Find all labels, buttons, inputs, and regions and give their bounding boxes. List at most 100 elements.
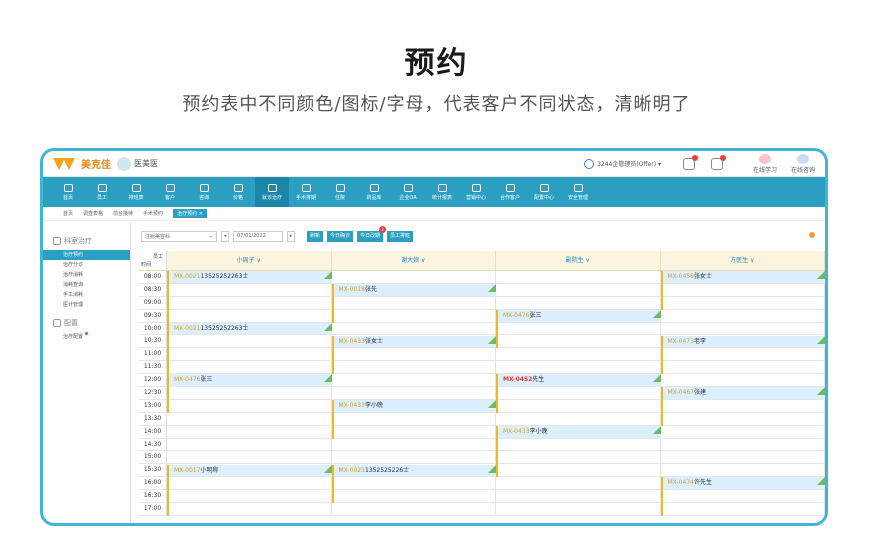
- time-slot[interactable]: [496, 348, 661, 362]
- prev-date-button[interactable]: ◂: [221, 230, 229, 242]
- sidebar-item[interactable]: 治疗消耗: [43, 270, 130, 280]
- appointment-block[interactable]: MX-0474许先生: [660, 477, 825, 490]
- online-learning-link[interactable]: 在线学习: [753, 153, 777, 174]
- appointment-block[interactable]: MX-00211352525226士: [331, 464, 496, 477]
- staff-column-header[interactable]: 方医生 ∨: [661, 251, 825, 270]
- appointment-block[interactable]: MX-002113525252263士: [167, 271, 332, 283]
- time-slot[interactable]: [660, 451, 825, 465]
- nav-item[interactable]: 价格: [221, 177, 255, 207]
- appointment-block[interactable]: MX-0017小明称: [167, 464, 332, 477]
- sidebar-item[interactable]: 医计管理: [43, 300, 130, 310]
- time-slot[interactable]: [167, 387, 332, 400]
- breadcrumb-tab[interactable]: 调查表格: [83, 210, 103, 217]
- appointment-block[interactable]: MX-0433李小晚: [331, 400, 496, 412]
- time-slot[interactable]: [660, 322, 825, 336]
- nav-item[interactable]: 营销中心: [459, 177, 493, 207]
- time-slot[interactable]: [660, 309, 825, 323]
- time-slot[interactable]: [496, 335, 661, 349]
- nav-item[interactable]: 就诊治疗: [255, 177, 289, 207]
- time-slot[interactable]: [331, 271, 496, 284]
- staff-schedule-button[interactable]: 员工排班: [387, 230, 414, 242]
- time-slot[interactable]: [167, 335, 332, 349]
- time-slot[interactable]: [167, 296, 332, 310]
- time-slot[interactable]: [660, 412, 825, 426]
- appointment-block[interactable]: MX-0476张三: [167, 374, 332, 387]
- time-slot[interactable]: [496, 322, 661, 336]
- message-icon[interactable]: [710, 154, 726, 170]
- staff-column-header[interactable]: 副院生 ∨: [496, 251, 661, 270]
- time-slot[interactable]: [496, 503, 661, 516]
- today-rescheduled-button[interactable]: 今日改期 2: [357, 225, 387, 242]
- time-slot[interactable]: [331, 387, 496, 400]
- date-input[interactable]: 07/01/2022: [233, 230, 283, 242]
- time-slot[interactable]: [167, 348, 332, 362]
- staff-column-header[interactable]: 小周子 ∨: [167, 251, 332, 270]
- time-slot[interactable]: [331, 412, 496, 426]
- sidebar-item[interactable]: 消耗查询: [43, 280, 130, 290]
- settings-dot-icon[interactable]: [809, 232, 815, 238]
- time-slot[interactable]: [660, 503, 825, 516]
- time-slot[interactable]: [660, 296, 825, 310]
- time-slot[interactable]: [496, 464, 661, 478]
- time-slot[interactable]: [496, 490, 661, 504]
- nav-item[interactable]: 手术排期: [289, 177, 323, 207]
- next-date-button[interactable]: ▸: [287, 230, 295, 242]
- nav-item[interactable]: 排班表: [119, 177, 153, 207]
- sidebar-item[interactable]: 治疗预约: [43, 250, 130, 260]
- time-slot[interactable]: [496, 283, 661, 297]
- department-select[interactable]: 注射美容科 ⌄: [141, 230, 217, 242]
- time-slot[interactable]: [167, 490, 332, 504]
- app-logo[interactable]: 美克佳: [53, 156, 111, 171]
- nav-item[interactable]: 首页: [51, 177, 85, 207]
- sidebar-group-treatment[interactable]: 科室治疗: [43, 236, 130, 246]
- time-slot[interactable]: [167, 361, 332, 375]
- time-slot[interactable]: [660, 399, 825, 413]
- time-slot[interactable]: [167, 477, 332, 491]
- breadcrumb-tab[interactable]: 治疗预约 ×: [173, 209, 207, 218]
- time-slot[interactable]: [496, 399, 661, 413]
- time-slot[interactable]: [331, 477, 496, 491]
- time-slot[interactable]: [496, 412, 661, 426]
- staff-column-header[interactable]: 谢大娘 ∨: [332, 251, 496, 270]
- nav-item[interactable]: 住院: [323, 177, 357, 207]
- sidebar-group-config[interactable]: 配置: [43, 318, 130, 328]
- user-menu[interactable]: 3244企管理员(Offer) ▾: [584, 158, 661, 169]
- nav-item[interactable]: 安全管理: [561, 177, 595, 207]
- time-slot[interactable]: [167, 438, 332, 452]
- time-slot[interactable]: [331, 322, 496, 336]
- time-slot[interactable]: [660, 374, 825, 388]
- online-consult-link[interactable]: 在线咨询: [791, 153, 815, 174]
- time-slot[interactable]: [496, 271, 661, 284]
- time-slot[interactable]: [331, 503, 496, 516]
- appointment-block[interactable]: MX-0476张三: [496, 309, 661, 322]
- appointment-block[interactable]: MX-002113525252263士: [167, 322, 332, 335]
- nav-item[interactable]: 合作客户: [493, 177, 527, 207]
- time-slot[interactable]: [331, 451, 496, 465]
- time-slot[interactable]: [660, 283, 825, 297]
- sidebar-item[interactable]: 手工消耗: [43, 290, 130, 300]
- time-slot[interactable]: [167, 283, 332, 297]
- time-slot[interactable]: [331, 361, 496, 375]
- breadcrumb-tab[interactable]: 前台接待: [113, 210, 133, 217]
- nav-item[interactable]: 统计报表: [425, 177, 459, 207]
- nav-item[interactable]: 药品库: [357, 177, 391, 207]
- nav-item[interactable]: 咨询: [187, 177, 221, 207]
- today-confirmed-button[interactable]: 今日确诊: [327, 230, 354, 242]
- time-slot[interactable]: [167, 412, 332, 426]
- time-slot[interactable]: [331, 425, 496, 439]
- time-slot[interactable]: [167, 503, 332, 516]
- time-slot[interactable]: [496, 438, 661, 452]
- time-slot[interactable]: [331, 438, 496, 452]
- time-slot[interactable]: [496, 361, 661, 375]
- breadcrumb-tab[interactable]: 首页: [63, 210, 73, 217]
- nav-item[interactable]: 配置中心: [527, 177, 561, 207]
- sidebar-item[interactable]: 治疗分诊: [43, 260, 130, 270]
- appointment-block[interactable]: MX-0473老李: [660, 335, 825, 348]
- time-slot[interactable]: [496, 451, 661, 465]
- time-slot[interactable]: [331, 348, 496, 362]
- time-slot[interactable]: [660, 438, 825, 452]
- time-slot[interactable]: [331, 490, 496, 504]
- appointment-block[interactable]: MX-0433张女士: [331, 335, 496, 348]
- time-slot[interactable]: [331, 296, 496, 310]
- nav-item[interactable]: 企业OA: [391, 177, 425, 207]
